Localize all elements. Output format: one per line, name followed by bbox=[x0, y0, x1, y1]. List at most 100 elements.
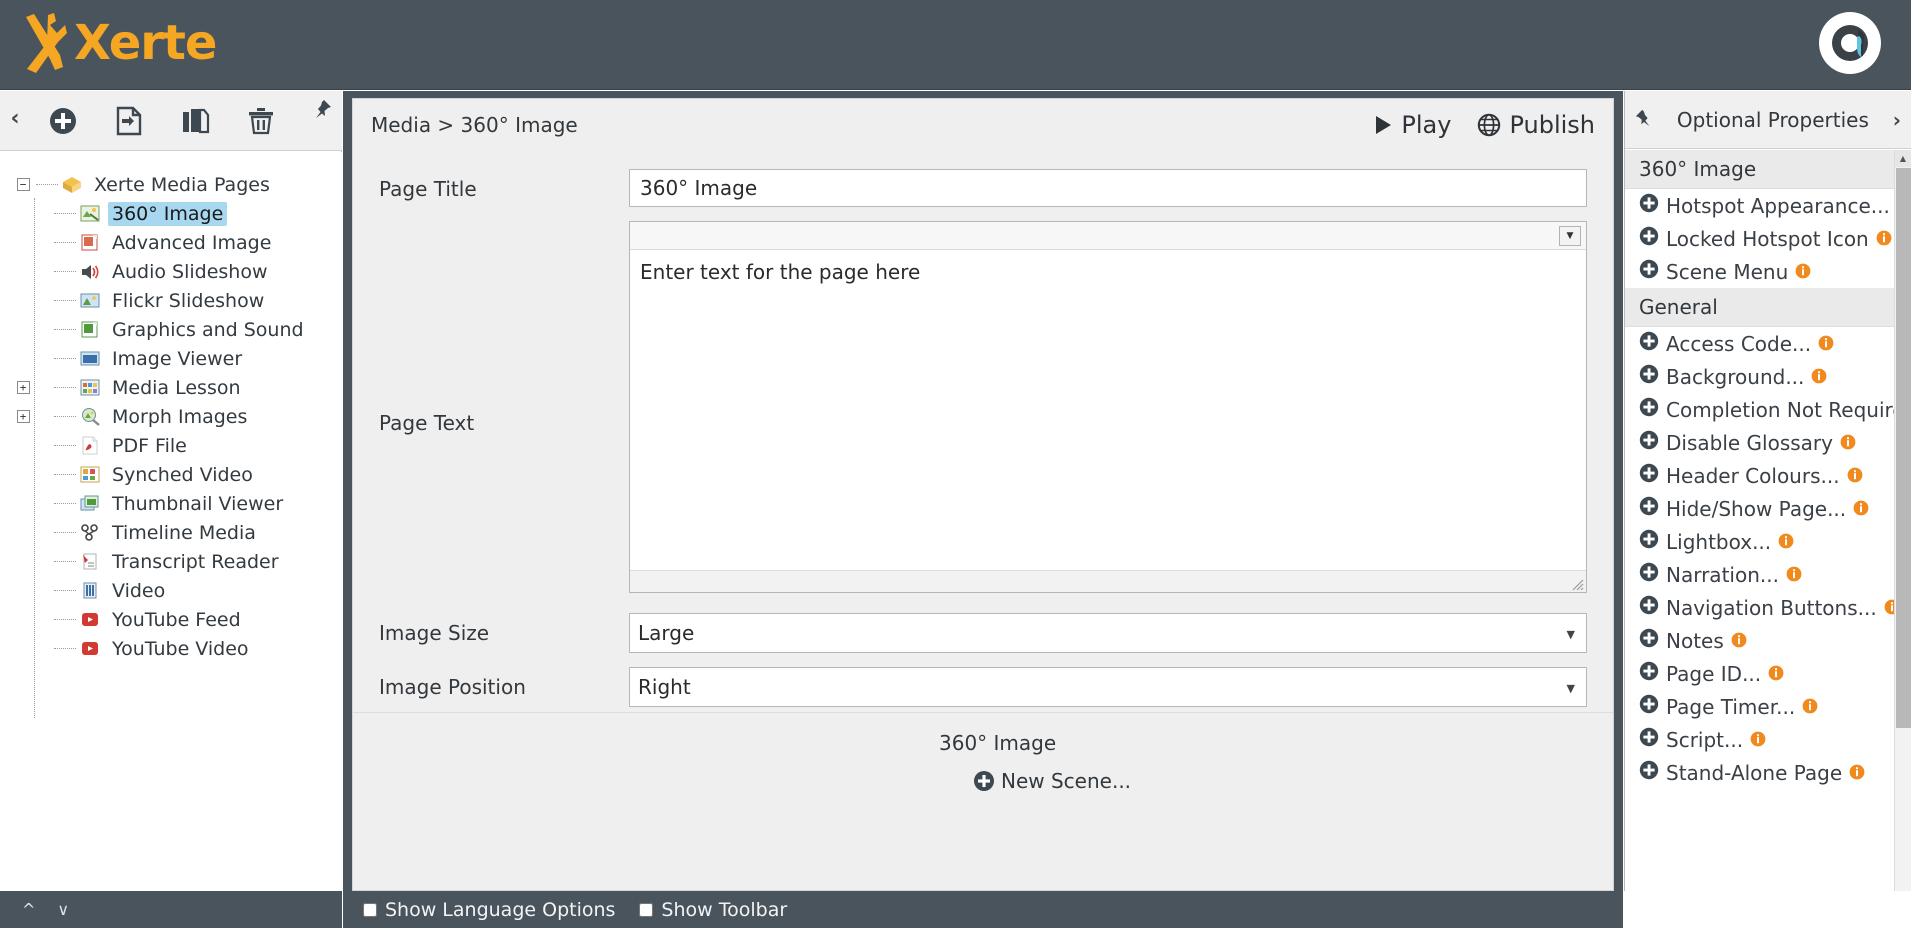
tree-item-pdf-file[interactable]: PDF File bbox=[14, 431, 342, 460]
pin-icon[interactable] bbox=[1635, 109, 1653, 131]
tree-item-morph-images[interactable]: + Morph Images bbox=[14, 402, 342, 431]
info-icon-button[interactable] bbox=[1802, 695, 1818, 719]
add-property-button[interactable] bbox=[1639, 661, 1659, 686]
add-property-button[interactable] bbox=[1639, 226, 1659, 251]
show-toolbar-checkbox[interactable] bbox=[639, 902, 654, 917]
image-size-select[interactable]: LargeMediumSmall bbox=[629, 613, 1587, 653]
add-property-button[interactable] bbox=[1639, 496, 1659, 521]
tree-item-360-image[interactable]: 360° Image bbox=[14, 199, 342, 228]
tree-item-graphics-and-sound[interactable]: Graphics and Sound bbox=[14, 315, 342, 344]
scroll-up-button[interactable]: ▲ bbox=[1895, 150, 1911, 167]
tree-item-synched-video[interactable]: Synched Video bbox=[14, 460, 342, 489]
tree-expand-box[interactable]: + bbox=[16, 410, 30, 423]
page-tree[interactable]: − Xerte Media Pages 360° Image Advanced I… bbox=[0, 152, 342, 891]
tree-item-label[interactable]: Media Lesson bbox=[108, 376, 245, 400]
pin-icon[interactable] bbox=[312, 99, 332, 123]
tree-item-label[interactable]: YouTube Video bbox=[108, 637, 253, 661]
tree-twisty-toggle[interactable]: + bbox=[14, 379, 32, 397]
tree-item-label[interactable]: 360° Image bbox=[108, 201, 228, 226]
info-icon-button[interactable] bbox=[1818, 332, 1834, 356]
xerte-logo[interactable]: Xerte bbox=[14, 8, 217, 78]
add-property-button[interactable] bbox=[1639, 259, 1659, 284]
add-property-button[interactable] bbox=[1639, 193, 1659, 218]
tree-item-label[interactable]: Morph Images bbox=[108, 405, 251, 429]
tree-item-youtube-video[interactable]: YouTube Video bbox=[14, 634, 342, 663]
optional-properties-list[interactable]: 360° Image Hotspot Appearance... Locked Ho… bbox=[1625, 150, 1911, 891]
tree-item-timeline-media[interactable]: Timeline Media bbox=[14, 518, 342, 547]
tree-twisty-toggle[interactable]: + bbox=[14, 408, 32, 426]
collapse-left-panel-button[interactable]: ‹ bbox=[0, 107, 30, 134]
add-property-button[interactable] bbox=[1639, 529, 1659, 554]
editor-toolbar-toggle[interactable]: ▼ bbox=[1559, 225, 1581, 246]
tree-item-youtube-feed[interactable]: YouTube Feed bbox=[14, 605, 342, 634]
tree-root-row[interactable]: − Xerte Media Pages bbox=[14, 170, 342, 199]
chevron-up-icon[interactable]: ^ bbox=[22, 900, 35, 919]
info-icon-button[interactable] bbox=[1731, 629, 1747, 653]
show-language-options-toggle[interactable]: Show Language Options bbox=[363, 899, 615, 921]
property-item-access-code[interactable]: Access Code... bbox=[1625, 327, 1911, 360]
scrollbar-thumb[interactable] bbox=[1896, 168, 1911, 728]
add-property-button[interactable] bbox=[1639, 364, 1659, 389]
tree-item-label[interactable]: PDF File bbox=[108, 434, 191, 458]
show-toolbar-toggle[interactable]: Show Toolbar bbox=[639, 899, 787, 921]
property-item-lightbox[interactable]: Lightbox... bbox=[1625, 525, 1911, 558]
property-item-scene-menu[interactable]: Scene Menu bbox=[1625, 255, 1911, 288]
property-item-narration[interactable]: Narration... bbox=[1625, 558, 1911, 591]
tree-item-audio-slideshow[interactable]: Audio Slideshow bbox=[14, 257, 342, 286]
page-title-input[interactable] bbox=[629, 169, 1587, 207]
tree-item-image-viewer[interactable]: Image Viewer bbox=[14, 344, 342, 373]
property-item-navigation-buttons[interactable]: Navigation Buttons... bbox=[1625, 591, 1911, 624]
page-text-input[interactable]: Enter text for the page here bbox=[630, 250, 1586, 570]
tree-item-label[interactable]: YouTube Feed bbox=[108, 608, 245, 632]
image-position-select[interactable]: RightLeftTopBottom bbox=[629, 667, 1587, 707]
properties-scrollbar[interactable]: ▲ bbox=[1894, 150, 1911, 891]
add-page-button[interactable] bbox=[30, 106, 96, 136]
info-icon-button[interactable] bbox=[1853, 497, 1869, 521]
info-icon-button[interactable] bbox=[1768, 662, 1784, 686]
tree-item-label[interactable]: Advanced Image bbox=[108, 231, 275, 255]
add-property-button[interactable] bbox=[1639, 430, 1659, 455]
info-icon-button[interactable] bbox=[1750, 728, 1766, 752]
chevron-down-icon[interactable]: ∨ bbox=[57, 900, 69, 919]
tree-item-label[interactable]: Thumbnail Viewer bbox=[108, 492, 287, 516]
chevron-right-icon[interactable]: › bbox=[1893, 108, 1901, 132]
import-page-button[interactable] bbox=[96, 106, 162, 136]
tree-item-label[interactable]: Timeline Media bbox=[108, 521, 260, 545]
duplicate-page-button[interactable] bbox=[162, 106, 228, 136]
property-item-notes[interactable]: Notes bbox=[1625, 624, 1911, 657]
tree-root-label[interactable]: Xerte Media Pages bbox=[90, 173, 274, 197]
tree-item-label[interactable]: Graphics and Sound bbox=[108, 318, 308, 342]
delete-page-button[interactable] bbox=[228, 106, 294, 136]
tree-item-label[interactable]: Synched Video bbox=[108, 463, 257, 487]
tree-item-label[interactable]: Video bbox=[108, 579, 169, 603]
property-item-disable-glossary[interactable]: Disable Glossary bbox=[1625, 426, 1911, 459]
new-scene-button[interactable]: New Scene... bbox=[973, 769, 1613, 793]
tree-item-advanced-image[interactable]: Advanced Image bbox=[14, 228, 342, 257]
info-icon-button[interactable] bbox=[1849, 761, 1865, 785]
add-property-button[interactable] bbox=[1639, 595, 1659, 620]
property-item-header-colours[interactable]: Header Colours... bbox=[1625, 459, 1911, 492]
property-item-script[interactable]: Script... bbox=[1625, 723, 1911, 756]
tree-item-label[interactable]: Flickr Slideshow bbox=[108, 289, 268, 313]
tree-item-flickr-slideshow[interactable]: Flickr Slideshow bbox=[14, 286, 342, 315]
property-item-hotspot-appearance[interactable]: Hotspot Appearance... bbox=[1625, 189, 1911, 222]
property-item-completion-not-required[interactable]: Completion Not Required bbox=[1625, 393, 1911, 426]
property-item-stand-alone-page[interactable]: Stand-Alone Page bbox=[1625, 756, 1911, 789]
info-icon-button[interactable] bbox=[1847, 464, 1863, 488]
publish-button[interactable]: Publish bbox=[1477, 111, 1595, 139]
add-property-button[interactable] bbox=[1639, 331, 1659, 356]
info-icon-button[interactable] bbox=[1795, 260, 1811, 284]
info-icon-button[interactable] bbox=[1811, 365, 1827, 389]
tree-item-media-lesson[interactable]: + Media Lesson bbox=[14, 373, 342, 402]
show-language-options-checkbox[interactable] bbox=[363, 902, 377, 917]
info-icon-button[interactable] bbox=[1876, 227, 1892, 251]
root-twisty[interactable]: − bbox=[14, 176, 32, 194]
tree-item-transcript-reader[interactable]: Transcript Reader bbox=[14, 547, 342, 576]
tree-item-label[interactable]: Image Viewer bbox=[108, 347, 246, 371]
tree-item-label[interactable]: Transcript Reader bbox=[108, 550, 283, 574]
info-icon-button[interactable] bbox=[1786, 563, 1802, 587]
add-property-button[interactable] bbox=[1639, 760, 1659, 785]
tree-item-video[interactable]: Video bbox=[14, 576, 342, 605]
property-item-background[interactable]: Background... bbox=[1625, 360, 1911, 393]
property-item-locked-hotspot-icon[interactable]: Locked Hotspot Icon bbox=[1625, 222, 1911, 255]
